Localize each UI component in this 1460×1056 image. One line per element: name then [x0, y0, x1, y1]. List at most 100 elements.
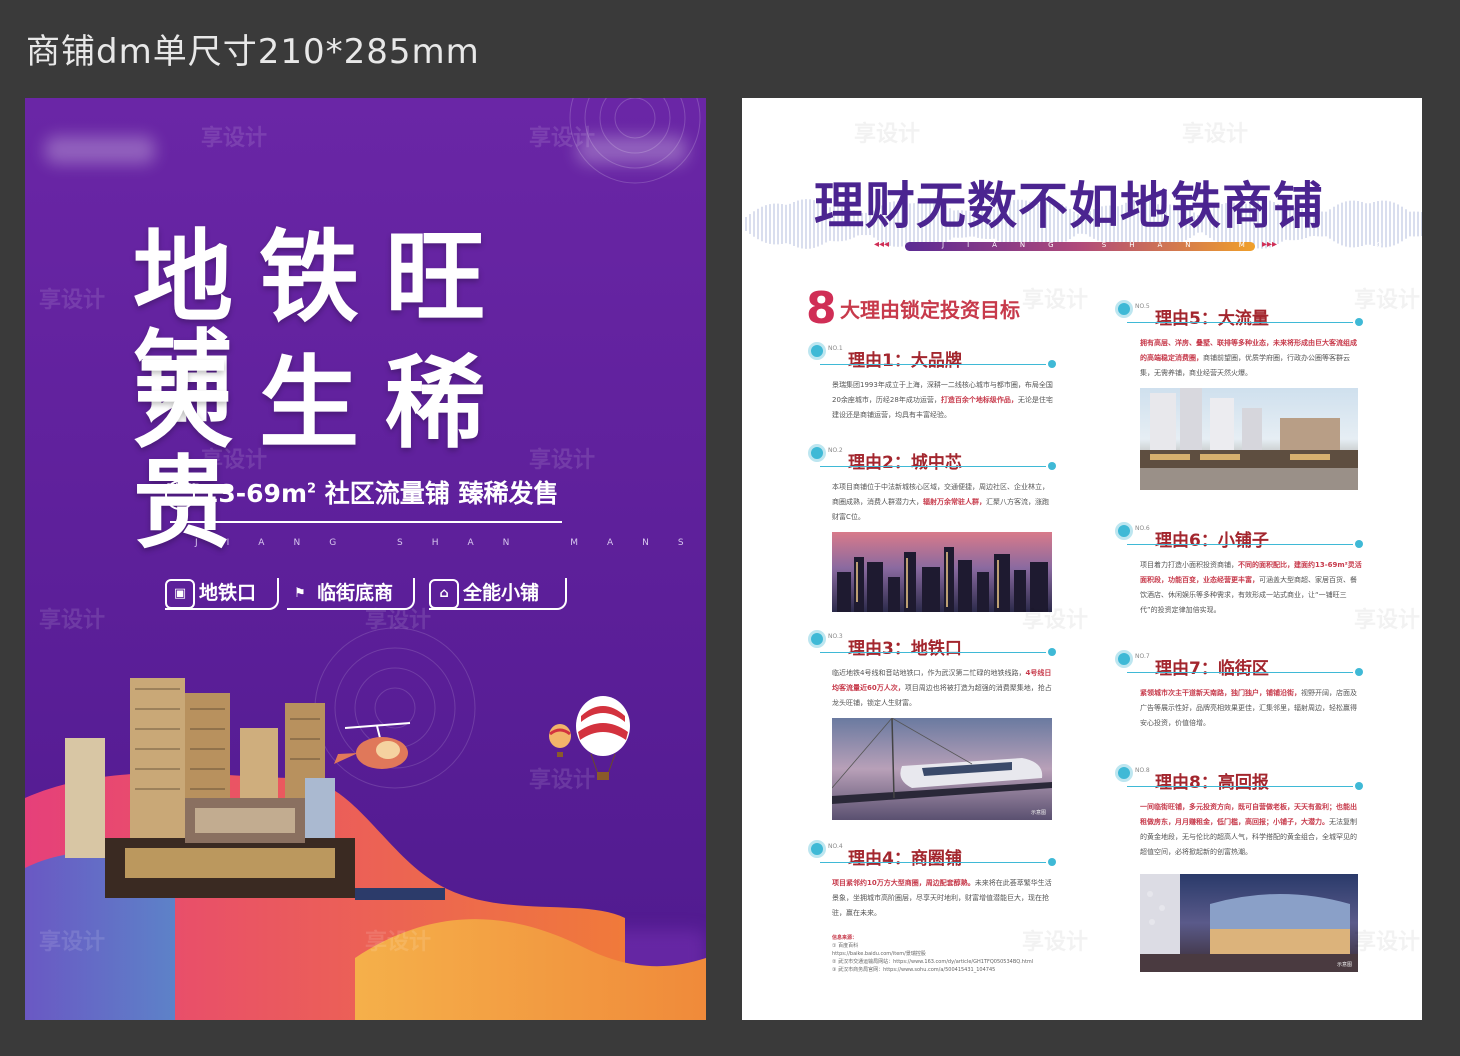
watermark: 享设计: [1354, 930, 1421, 955]
header-underline: [1127, 544, 1353, 545]
feature-label: 临街底商: [317, 582, 394, 604]
reason-title: 理由7：临街区: [1155, 659, 1269, 679]
reason-title: 理由4：商圈铺: [848, 849, 962, 869]
watermark: 享设计: [1022, 608, 1089, 633]
building-render: [65, 678, 445, 900]
reason-no: NO.5: [1135, 303, 1150, 310]
reason-title: 理由3：地铁口: [848, 639, 962, 659]
watermark: 享设计: [529, 126, 596, 151]
reason-2-header: NO.2 理由2：城中芯: [808, 444, 1056, 473]
arrow-decor-left: ◂◂◂: [874, 239, 890, 250]
eight-reasons-heading: 大理由锁定投资目标: [840, 298, 1020, 322]
watermark: 享设计: [854, 122, 921, 147]
watermark: 享设计: [39, 288, 106, 313]
blurred-logo-left: [45, 136, 155, 164]
reason-3-body: 临近地铁4号线和音站地铁口，作为武汉第二忙碌的地铁线路，4号线日均客流量近60万…: [832, 666, 1054, 711]
hot-air-balloon-small: [549, 724, 571, 757]
city-skyline-photo: [832, 532, 1052, 612]
area-tail: 社区流量铺 臻稀发售: [324, 479, 559, 508]
watermark: 享设计: [1182, 122, 1249, 147]
reason-4-body: 项目紧邻约10万方大型商圈，周边配套醇熟。未来将在此荟萃繁华生活景象，坐拥城市高…: [832, 876, 1054, 921]
header-underline: [1127, 786, 1353, 787]
body-text: 项目着力打造小面积投资商铺，: [1140, 561, 1238, 569]
body-highlight: 项目紧邻约10万方大型商圈，周边配套醇熟。: [832, 879, 975, 887]
watermark: 享设计: [1354, 608, 1421, 633]
reason-6-header: NO.6 理由6：小铺子: [1115, 522, 1363, 551]
reason-no: NO.1: [828, 345, 843, 352]
flyer-back: 理财无数不如地铁商铺 ◂◂◂ JIANG SHAN MANSION ▸▸▸ 8 …: [742, 98, 1422, 1020]
bullet-dot: [808, 342, 826, 360]
underline-end-dot: [1048, 462, 1056, 470]
helicopter-illustration: [334, 722, 411, 769]
skyline-shapes: [837, 547, 1048, 612]
reason-5-header: NO.5 理由5：大流量: [1115, 300, 1363, 329]
body-highlight: 打造百余个地标级作品，: [940, 396, 1018, 404]
watermark: 享设计: [39, 930, 106, 955]
reason-no: NO.6: [1135, 525, 1150, 532]
header-underline: [820, 652, 1046, 653]
underline-end-dot: [1048, 858, 1056, 866]
area-info: 建筑面积13-69m2 社区流量铺 臻稀发售: [165, 474, 559, 510]
watermark: 享设计: [1022, 288, 1089, 313]
subway-icon: ▣: [165, 578, 195, 609]
reason-7-body: 紧领城市次主干道新天南路，独门独户，铺铺沿街，视野开阔，店面及广告等展示性好，品…: [1140, 686, 1362, 731]
reason-2-body: 本项目商铺位于中法新城核心区域，交通便捷，周边社区、企业林立，商圈成熟，消费人群…: [832, 480, 1054, 525]
reason-title: 理由1：大品牌: [848, 351, 962, 371]
reason-4-header: NO.4 理由4：商圈铺: [808, 840, 1056, 869]
underline-end-dot: [1355, 668, 1363, 676]
reason-title: 理由2：城中芯: [848, 453, 962, 473]
feature-shop: ⌂ 全能小铺: [429, 578, 567, 610]
watermark: 享设计: [529, 768, 596, 793]
feature-label: 地铁口: [199, 582, 257, 604]
metro-train-photo: 示意图: [832, 718, 1052, 820]
area-badge: 建筑面积: [165, 480, 199, 510]
reason-no: NO.4: [828, 843, 843, 850]
feature-label: 全能小铺: [463, 582, 540, 604]
street-shops-photo: [1140, 388, 1358, 490]
shop-icon: ⌂: [429, 578, 459, 609]
source-item: ③ 武汉市商务局官网：https://www.sohu.com/a/500415…: [832, 967, 996, 973]
eight-number: 8: [806, 283, 837, 334]
header-underline: [820, 862, 1046, 863]
body-highlight: 一间临街旺铺，多元投资方向，既可自营做老板，天天有盈利；也能出租做房东，月月赚租…: [1140, 803, 1357, 826]
mall-shapes: [1140, 874, 1358, 972]
reason-5-body: 拥有高层、洋房、叠墅、联排等多种业态，未来将形成由巨大客流组成的高端稳定消费圈，…: [1140, 336, 1362, 381]
back-title: 理财无数不如地铁商铺: [814, 177, 1324, 235]
reason-no: NO.8: [1135, 767, 1150, 774]
bullet-dot: [1115, 522, 1133, 540]
area-unit: 2: [307, 481, 317, 497]
header-underline: [1127, 672, 1353, 673]
watermark: 享设计: [1022, 930, 1089, 955]
header-underline: [820, 364, 1046, 365]
underline-end-dot: [1048, 360, 1056, 368]
page-caption: 商铺dm单尺寸210*285mm: [26, 32, 480, 72]
reason-1-header: NO.1 理由1：大品牌: [808, 342, 1056, 371]
decor-rings-top: [569, 98, 701, 184]
body-text: 临近地铁4号线和音站地铁口，作为武汉第二忙碌的地铁线路，: [832, 669, 1026, 677]
underline-end-dot: [1355, 540, 1363, 548]
reason-title: 理由8：高回报: [1155, 773, 1269, 793]
underline-end-dot: [1355, 318, 1363, 326]
brand-en-right: JIANG SHAN MANSION: [942, 241, 1422, 249]
reason-8-header: NO.8 理由8：高回报: [1115, 764, 1363, 793]
area-range: 13-69m: [201, 479, 308, 508]
watermark: 享设计: [529, 448, 596, 473]
flyer-front: 地铁旺铺 天生稀贵 建筑面积13-69m2 社区流量铺 臻稀发售 JIANG S…: [25, 98, 706, 1020]
arrow-decor-right: ▸▸▸: [1262, 239, 1278, 250]
mall-photo: 示意图: [1140, 874, 1358, 972]
reason-3-header: NO.3 理由3：地铁口: [808, 630, 1056, 659]
reason-1-body: 景瑞集团1993年成立于上海，深耕一二线核心城市与都市圈，布局全国20余座城市，…: [832, 378, 1054, 423]
watermark: 享设计: [39, 608, 106, 633]
reason-8-body: 一间临街旺铺，多元投资方向，既可自营做老板，天天有盈利；也能出租做房东，月月赚租…: [1140, 800, 1362, 860]
train-shapes: [832, 718, 1052, 804]
reason-no: NO.2: [828, 447, 843, 454]
underline-end-dot: [1048, 648, 1056, 656]
bullet-dot: [808, 630, 826, 648]
source-item: ② 武汉市交通运输局网站：https://www.163.com/dy/arti…: [832, 959, 1034, 965]
feature-subway: ▣ 地铁口: [165, 578, 279, 610]
watermark: 享设计: [1354, 288, 1421, 313]
reason-no: NO.3: [828, 633, 843, 640]
header-underline: [820, 466, 1046, 467]
street-sign-icon: ⚑: [294, 585, 306, 601]
watermark: 享设计: [201, 448, 268, 473]
